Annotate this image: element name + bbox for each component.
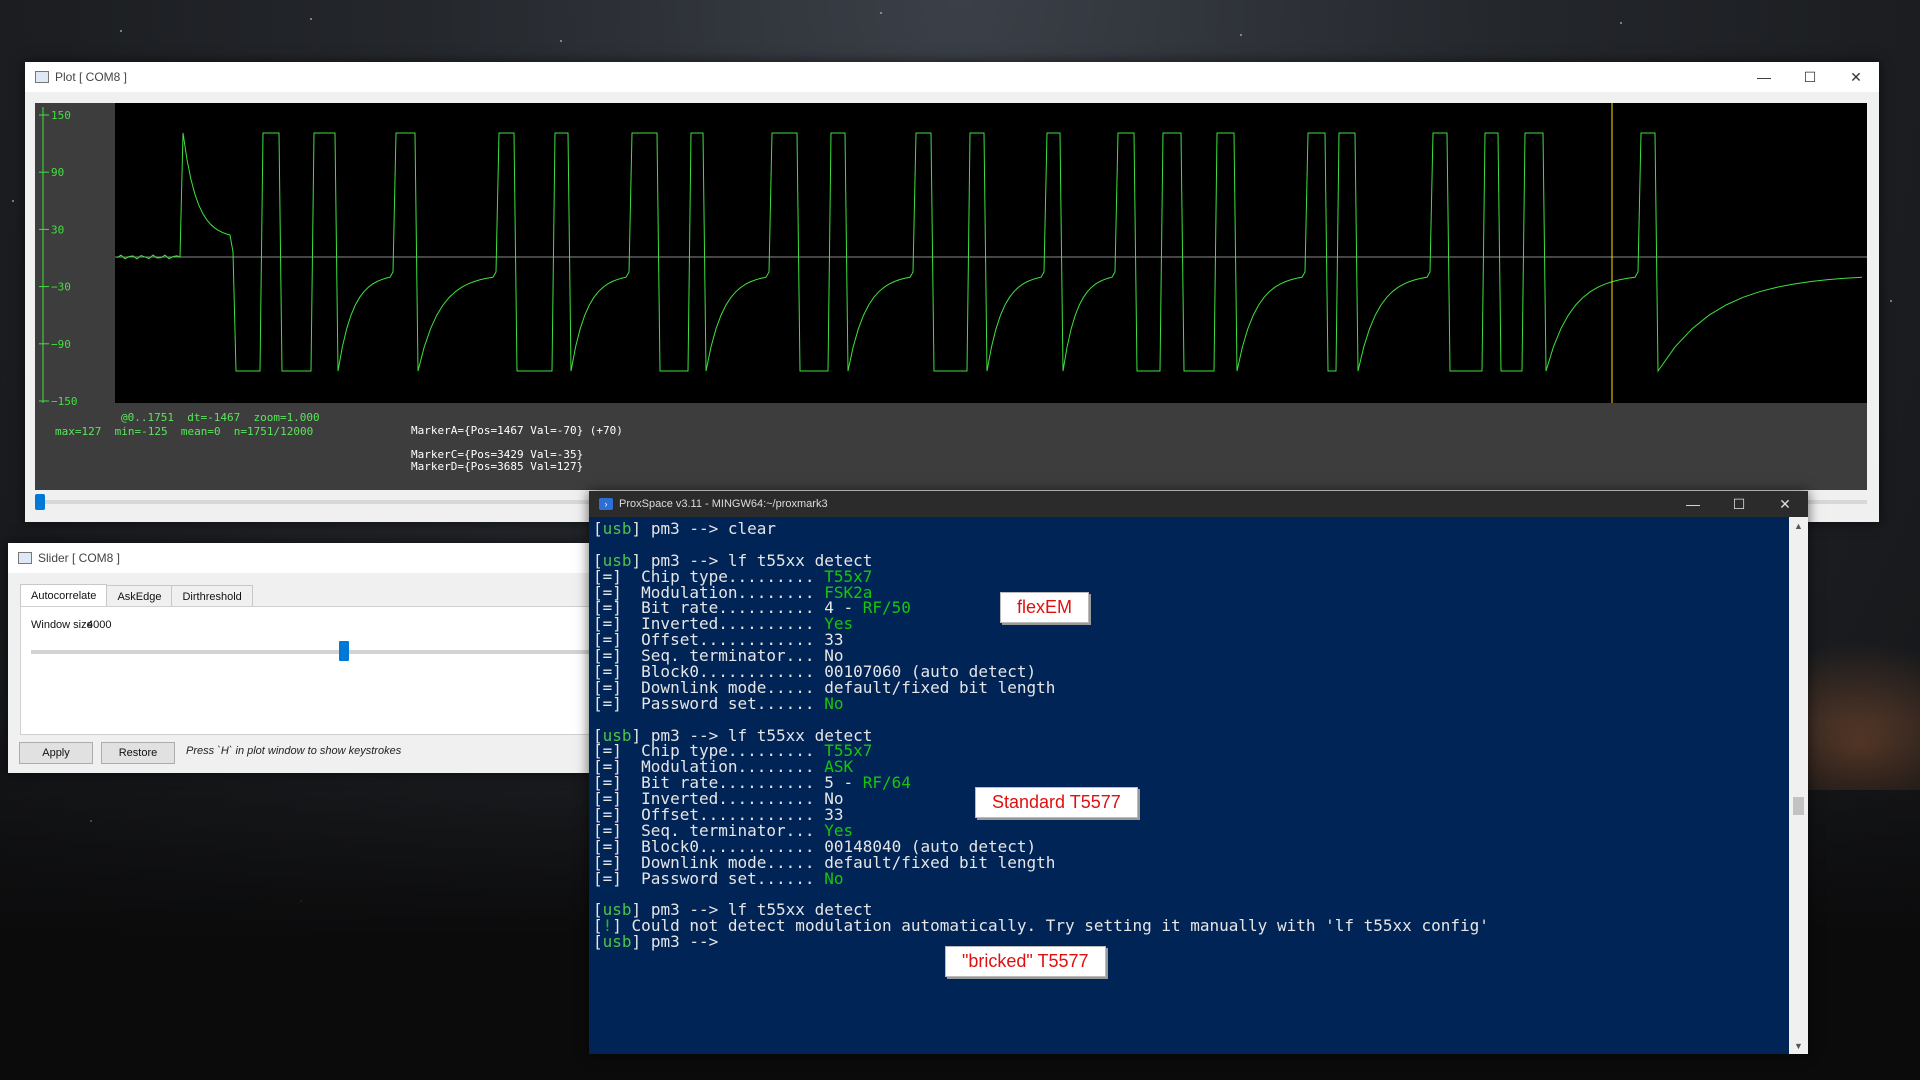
marker-d-readout: MarkerD={Pos=3685 Val=127} [411,460,584,473]
console-text: usb [602,519,632,538]
callout-flexem: flexEM [1000,592,1090,623]
plot-window: Plot [ COM8 ] — ☐ ✕ 150 90 30 −30 −90 −150 @0… [25,62,1879,522]
console-text: RF/64 [862,773,911,793]
tab-dirthreshold[interactable]: Dirthreshold [171,585,253,608]
slider-titlebar[interactable]: Slider [ COM8 ] [8,543,592,573]
console-text: ] Could not detect modulation automatica… [612,916,1489,936]
tab-autocorrelate[interactable]: Autocorrelate [20,584,108,608]
y-tick-label: 30 [51,223,64,236]
marker-a-readout: MarkerA={Pos=1467 Val=-70} (+70) [411,424,623,437]
window-size-label: Window size [31,619,93,631]
close-button[interactable]: ✕ [1833,62,1879,92]
star [120,30,122,32]
minimize-button[interactable]: — [1741,62,1787,92]
plot-trace-background [115,103,1867,403]
star [12,200,14,202]
slider-window: Slider [ COM8 ] Autocorrelate AskEdge Di… [8,543,593,773]
console-text: [ [593,519,603,538]
keystroke-hint: Press `H` in plot window to show keystro… [186,745,402,757]
window-size-slider-thumb[interactable] [339,641,349,661]
console-line: [=] Password set...... No [593,693,1785,713]
star [880,12,882,14]
y-tick-label: −30 [51,281,71,294]
console-text: RF/50 [862,598,911,618]
powershell-icon: › [599,498,613,510]
y-tick-label: −150 [51,395,78,408]
autocorrelate-panel: Window size 4000 [20,606,593,735]
scroll-up-icon[interactable]: ▲ [1789,517,1808,534]
console-line: [=] Password set...... No [593,868,1785,888]
apply-button[interactable]: Apply [19,742,93,764]
y-tick-label: 90 [51,166,64,179]
console-line: [usb] pm3 --> clear [593,521,1785,537]
plot-stats: max=127 min=-125 mean=0 n=1751/12000 [55,425,314,438]
console-titlebar[interactable]: › ProxSpace v3.11 - MINGW64:~/proxmark3 … [589,491,1808,517]
scroll-thumb[interactable] [35,494,45,510]
slider-tabs: Autocorrelate AskEdge Dirthreshold [20,584,253,608]
minimize-button[interactable]: — [1670,491,1716,517]
slider-window-title: Slider [ COM8 ] [38,551,121,565]
star [1620,22,1622,24]
console-text: No [824,693,844,713]
callout-bricked-t5577: "bricked" T5577 [945,946,1106,977]
maximize-button[interactable]: ☐ [1787,62,1833,92]
close-button[interactable]: ✕ [1762,491,1808,517]
console-window: › ProxSpace v3.11 - MINGW64:~/proxmark3 … [589,491,1808,1054]
console-text: [=] Password set...... [593,693,825,713]
console-text: No [824,868,844,888]
console-text: ] pm3 --> [631,932,719,952]
window-size-slider-track[interactable] [31,650,591,654]
scroll-thumb[interactable] [1793,797,1804,815]
app-icon [35,71,49,83]
callout-standard-t5577: Standard T5577 [975,787,1138,818]
star [1890,300,1892,302]
plot-titlebar[interactable]: Plot [ COM8 ] — ☐ ✕ [25,62,1879,92]
console-text: usb [602,932,632,952]
console-vertical-scrollbar[interactable]: ▲ ▼ [1789,517,1808,1054]
tab-askedge[interactable]: AskEdge [106,585,173,608]
plot-window-title: Plot [ COM8 ] [55,70,128,84]
plot-range-info: @0..1751 dt=-1467 zoom=1.000 [121,411,320,424]
console-window-title: ProxSpace v3.11 - MINGW64:~/proxmark3 [619,498,828,510]
restore-button[interactable]: Restore [101,742,175,764]
star [1240,34,1242,36]
y-tick-label: 150 [51,109,71,122]
y-tick-label: −90 [51,338,71,351]
scroll-down-icon[interactable]: ▼ [1789,1037,1808,1054]
console-text: [=] Password set...... [593,868,825,888]
console-text: ] pm3 --> clear [631,519,777,538]
window-size-value: 4000 [87,619,112,631]
star [560,40,562,42]
plot-area[interactable]: 150 90 30 −30 −90 −150 @0..1751 dt=-1467 zoom… [35,103,1867,490]
console-line: [usb] pm3 --> [593,934,1785,950]
app-icon [18,552,32,564]
console-line: [!] Could not detect modulation automati… [593,918,1785,934]
maximize-button[interactable]: ☐ [1716,491,1762,517]
console-output[interactable]: [usb] pm3 --> clear [usb] pm3 --> lf t55x… [589,517,1789,1054]
star [310,18,312,20]
console-text: [ [593,932,603,952]
